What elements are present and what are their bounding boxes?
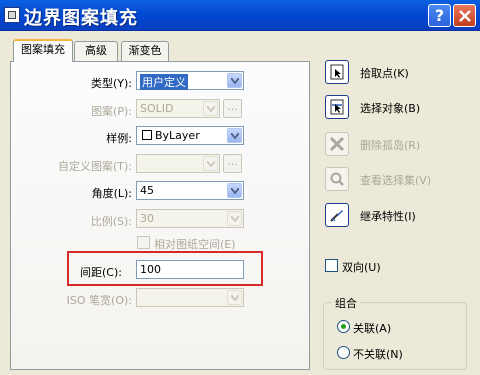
relative-label: 相对图纸空间(E) [154,238,236,251]
iso-pen-select[interactable] [136,288,244,307]
nonassociative-label: 不关联(N) [353,348,403,361]
spacing-input[interactable] [136,260,244,279]
type-label: 类型(Y): [90,77,132,90]
iso-pen-label: ISO 笔宽(O): [66,294,132,307]
chevron-down-icon [203,156,218,171]
inherit-properties-label: 继承特性(I) [360,210,416,223]
inherit-properties-button[interactable] [325,203,349,227]
tab-gradient[interactable]: 渐变色 [121,41,169,61]
relative-checkbox[interactable] [137,236,150,249]
chevron-down-icon [227,73,242,88]
associative-radio[interactable] [337,320,350,333]
custom-pattern-browse-button[interactable]: ... [223,154,242,173]
chevron-down-icon [227,183,242,198]
help-icon: ? [434,6,445,25]
inherit-properties-icon [330,210,343,222]
remove-islands-button[interactable] [325,132,349,156]
scale-label: 比例(S): [90,215,132,228]
nonassociative-radio[interactable] [337,346,350,359]
custom-pattern-label: 自定义图案(T): [57,160,132,173]
swatch-color-box [142,130,152,140]
spacing-label: 间距(C): [80,266,122,279]
view-selections-button[interactable] [325,167,349,191]
tab-hatch[interactable]: 图案填充 [13,39,73,62]
custom-pattern-select[interactable] [136,154,220,173]
close-button[interactable] [453,4,476,27]
select-objects-label: 选择对象(B) [360,102,421,115]
scale-value: 30 [140,212,154,225]
chevron-down-icon [203,101,218,116]
swatch-select[interactable]: ByLayer [136,126,244,145]
remove-islands-label: 删除孤岛(R) [360,139,421,152]
associative-label: 关联(A) [353,322,392,335]
spacing-value[interactable] [137,261,243,278]
scale-select[interactable]: 30 [136,209,244,228]
type-select[interactable]: 用户定义 [136,71,244,90]
swatch-value: ByLayer [155,129,200,142]
remove-islands-icon [329,136,345,152]
select-objects-icon [330,99,344,115]
tab-label: 图案填充 [21,43,65,56]
type-value: 用户定义 [140,74,188,90]
pick-points-button[interactable] [325,60,349,84]
pick-point-icon [330,64,344,80]
pick-points-label: 拾取点(K) [360,67,409,80]
pattern-value: SOLID [140,102,174,115]
view-selections-label: 查看选择集(V) [360,174,432,187]
title-bar: 边界图案填充 ? [0,0,480,31]
chevron-down-icon [227,128,242,143]
double-label: 双向(U) [342,261,381,274]
pattern-select[interactable]: SOLID [136,99,220,118]
double-checkbox[interactable] [325,259,338,272]
app-icon [4,7,20,23]
angle-label: 角度(L): [91,187,132,200]
tab-label: 渐变色 [128,44,162,57]
tab-label: 高级 [85,44,107,57]
swatch-label: 样例: [106,132,132,145]
help-button[interactable]: ? [428,4,451,27]
pattern-label: 图案(P): [91,105,132,118]
window-title: 边界图案填充 [24,8,138,29]
tab-advanced[interactable]: 高级 [74,41,118,61]
composition-title: 组合 [332,295,360,311]
pattern-browse-button[interactable]: ... [223,99,242,118]
chevron-down-icon [227,211,242,226]
select-objects-button[interactable] [325,95,349,119]
view-selections-icon [330,172,344,186]
angle-value: 45 [140,184,154,197]
chevron-down-icon [227,290,242,305]
angle-select[interactable]: 45 [136,181,244,200]
close-icon [459,10,471,22]
